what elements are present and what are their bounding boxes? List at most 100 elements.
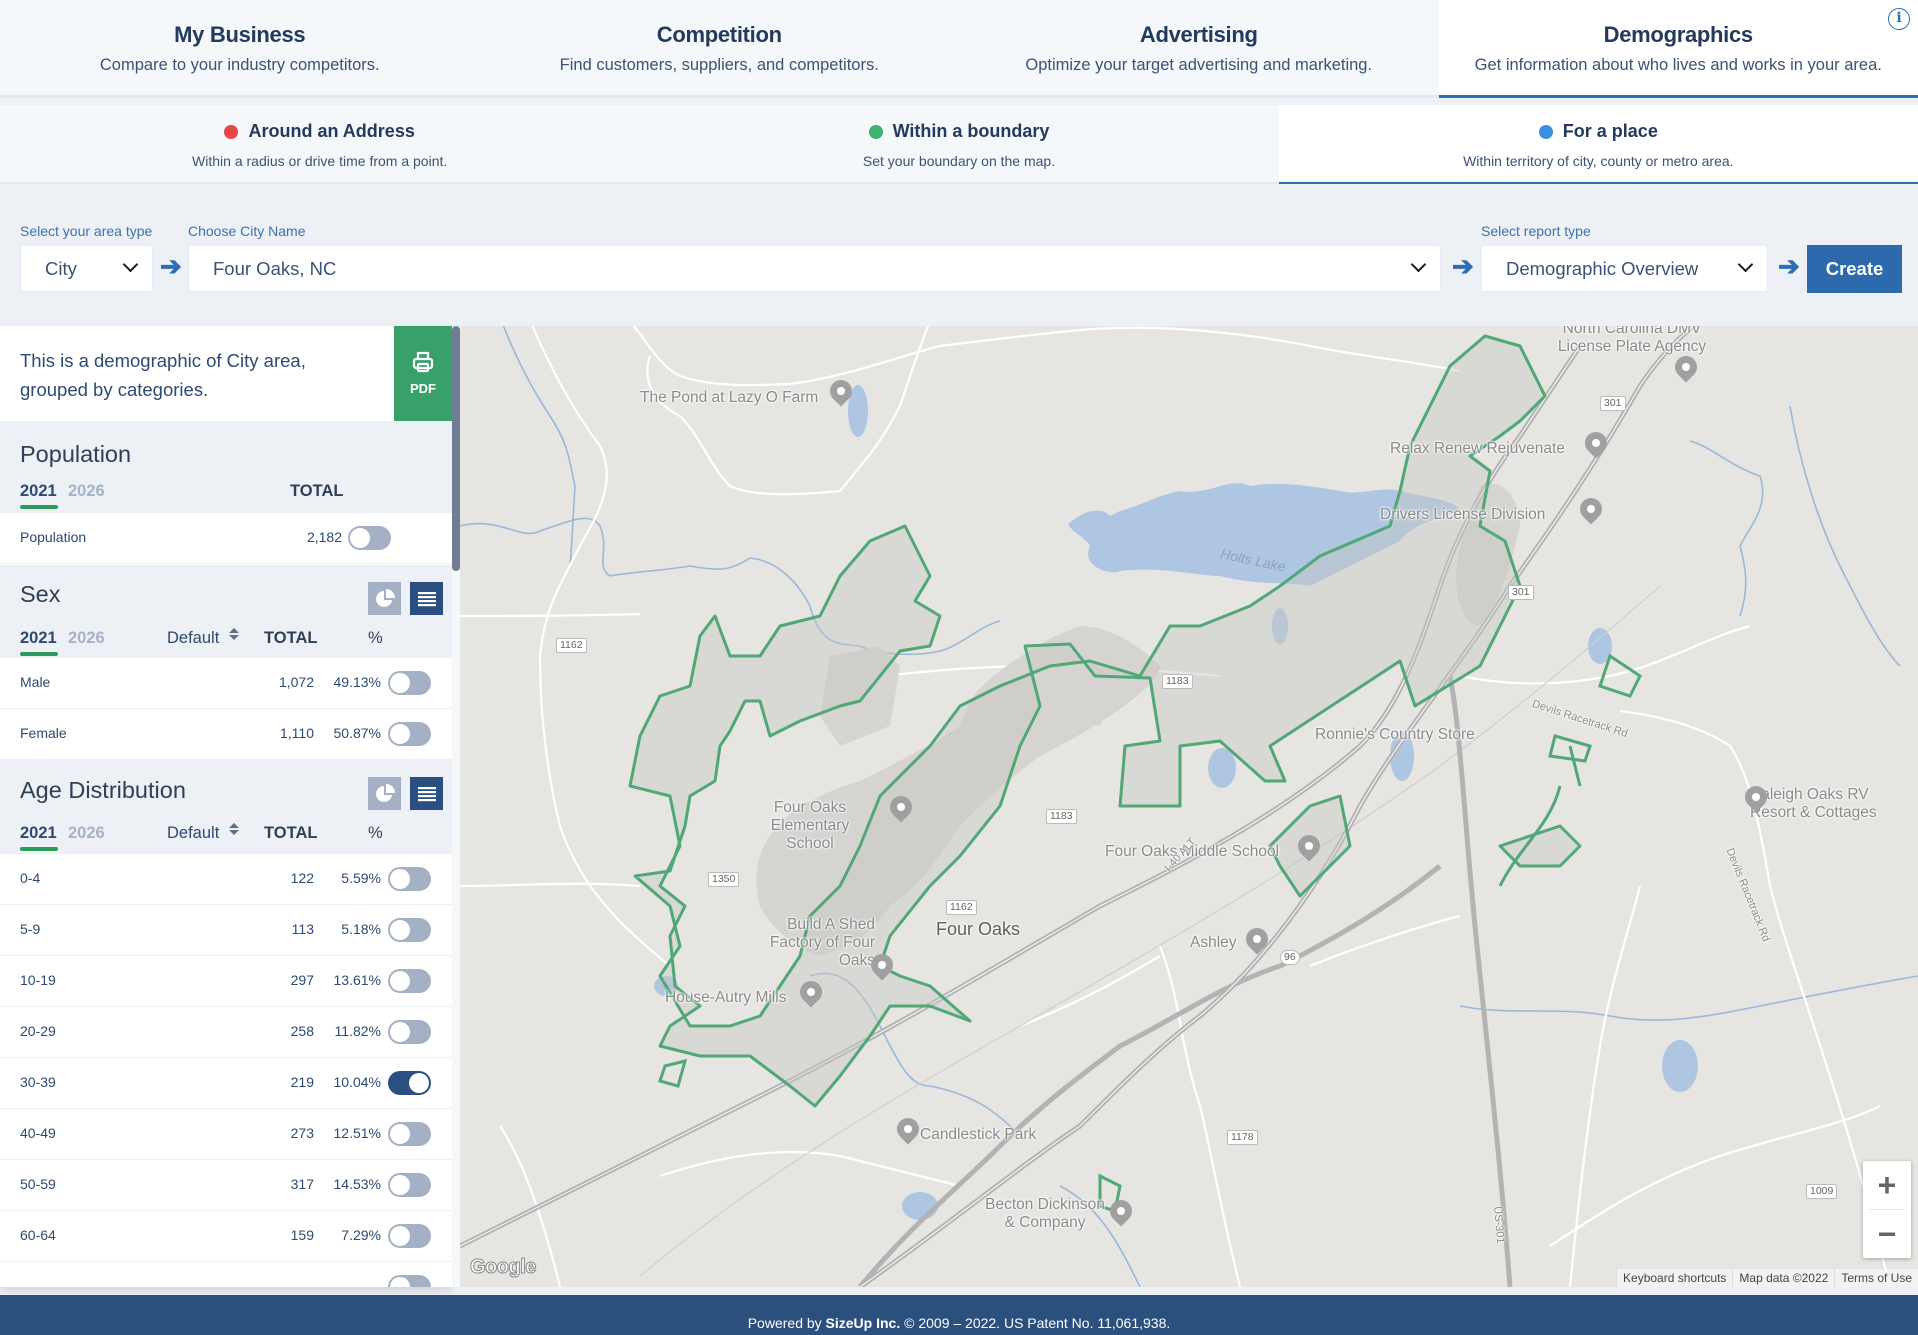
row-percent: 50.87% (333, 725, 381, 741)
city-label: Choose City Name (188, 223, 306, 239)
road-shield: 301 (1600, 396, 1626, 411)
total-header: TOTAL (264, 629, 318, 647)
place-label[interactable]: Relax Renew Rejuvenate (1390, 440, 1565, 458)
table-view-button[interactable] (410, 777, 443, 810)
info-icon[interactable]: i (1888, 8, 1910, 30)
place-label[interactable]: House-Autry Mills (665, 989, 786, 1007)
panel-intro: This is a demographic of City area, grou… (0, 326, 452, 421)
sort-icon[interactable] (229, 628, 239, 642)
year-tab-2021[interactable]: 2021 (20, 824, 57, 843)
place-label[interactable]: Ashley (1190, 934, 1237, 952)
age-section-header: Age Distribution 2021 2026 Default TOTAL… (0, 760, 452, 854)
pie-chart-view-button[interactable] (368, 777, 401, 810)
tab-title: My Business (174, 22, 306, 47)
map-layer-toggle[interactable] (388, 671, 431, 695)
map-layer-toggle[interactable] (388, 1224, 431, 1248)
place-label[interactable]: Four Oaks Elementary School (745, 799, 875, 853)
zoom-in-button[interactable]: + (1863, 1161, 1911, 1209)
year-tab-2026[interactable]: 2026 (68, 824, 105, 843)
place-label[interactable]: Becton Dickinson & Company (980, 1196, 1110, 1232)
table-row: 40-49 273 12.51% (0, 1109, 452, 1160)
tab-title: For a place (1562, 121, 1658, 141)
row-total: 159 (290, 1227, 314, 1243)
total-header: TOTAL (290, 482, 344, 500)
row-percent: 7.29% (341, 1227, 381, 1243)
row-total: 122 (290, 870, 314, 886)
place-label[interactable]: Candlestick Park (920, 1126, 1036, 1144)
pdf-button[interactable]: PDF (394, 326, 452, 421)
tab-within-boundary[interactable]: Within a boundary Set your boundary on t… (639, 105, 1279, 184)
table-row: 10-19 297 13.61% (0, 956, 452, 1007)
table-row: 30-39 219 10.04% (0, 1058, 452, 1109)
area-type-label: Select your area type (20, 223, 153, 239)
row-label: 40-49 (20, 1125, 56, 1141)
place-label[interactable]: Build A Shed Factory of Four Oaks (755, 916, 875, 970)
map-layer-toggle[interactable] (388, 1071, 431, 1095)
list-icon (417, 591, 436, 606)
place-label[interactable]: Drivers License Division (1380, 506, 1545, 524)
tab-my-business[interactable]: My Business Compare to your industry com… (0, 0, 480, 95)
year-tab-underline (20, 505, 58, 509)
tab-subtitle: Find customers, suppliers, and competito… (559, 56, 879, 74)
place-label[interactable]: North Carolina DMV License Plate Agency (1547, 326, 1717, 356)
map-layer-toggle[interactable] (388, 722, 431, 746)
map-layer-toggle[interactable] (348, 526, 391, 550)
year-tab-2026[interactable]: 2026 (68, 629, 105, 648)
sort-icon[interactable] (229, 823, 239, 837)
road-shield: 301 (1508, 585, 1534, 600)
table-row: Population 2,182 (0, 513, 452, 564)
list-icon (417, 786, 436, 801)
tab-for-a-place[interactable]: For a place Within territory of city, co… (1278, 105, 1918, 184)
row-label: 10-19 (20, 972, 56, 988)
tab-competition[interactable]: Competition Find customers, suppliers, a… (480, 0, 960, 95)
sort-dropdown[interactable]: Default (167, 824, 219, 843)
map-layer-toggle[interactable] (388, 1020, 431, 1044)
section-title: Sex (20, 581, 61, 607)
map-layer-toggle[interactable] (388, 918, 431, 942)
map-layer-toggle[interactable] (388, 867, 431, 891)
tab-advertising[interactable]: Advertising Optimize your target adverti… (959, 0, 1439, 95)
report-type-value: Demographic Overview (1506, 258, 1699, 279)
tab-title: Around an Address (248, 121, 415, 141)
terms-of-use-link[interactable]: Terms of Use (1834, 1269, 1918, 1287)
row-total: 273 (290, 1125, 314, 1141)
chevron-down-icon (1737, 256, 1754, 273)
map-layer-toggle[interactable] (388, 1122, 431, 1146)
panel-scrollbar-thumb[interactable] (452, 326, 460, 571)
year-tab-2021[interactable]: 2021 (20, 482, 57, 501)
google-logo[interactable]: Google (470, 1256, 537, 1279)
pie-chart-view-button[interactable] (368, 582, 401, 615)
area-type-select[interactable]: City (20, 245, 153, 292)
map-view[interactable]: Holts Lake The Pond at Lazy O Farm North… (460, 326, 1918, 1287)
create-button[interactable]: Create (1807, 245, 1902, 293)
footer-copyright: © 2009 – 2022. US Patent No. 11,061,938. (904, 1315, 1171, 1331)
place-label[interactable]: Raleigh Oaks RV Resort & Cottages (1750, 786, 1890, 822)
table-row (0, 1262, 452, 1287)
table-row: 0-4 122 5.59% (0, 854, 452, 905)
map-attribution: Keyboard shortcuts Map data ©2022 Terms … (1616, 1269, 1918, 1287)
year-tab-2026[interactable]: 2026 (68, 482, 105, 501)
row-percent: 14.53% (333, 1176, 381, 1192)
section-title: Population (20, 441, 132, 467)
place-label[interactable]: The Pond at Lazy O Farm (640, 389, 818, 407)
footer-company[interactable]: SizeUp Inc. (826, 1315, 901, 1331)
map-layer-toggle[interactable] (388, 1173, 431, 1197)
tab-demographics[interactable]: Demographics Get information about who l… (1438, 0, 1918, 98)
city-select[interactable]: Four Oaks, NC (188, 245, 1441, 292)
road-shield: 1183 (1162, 674, 1193, 689)
tab-around-address[interactable]: Around an Address Within a radius or dri… (0, 105, 640, 184)
chevron-down-icon (122, 256, 139, 273)
sort-dropdown[interactable]: Default (167, 629, 219, 648)
arrow-right-icon: ➔ (1778, 251, 1800, 281)
place-label[interactable]: Ronnie's Country Store (1315, 726, 1475, 744)
report-type-select[interactable]: Demographic Overview (1481, 245, 1768, 292)
map-layer-toggle[interactable] (388, 969, 431, 993)
table-view-button[interactable] (410, 582, 443, 615)
keyboard-shortcuts-link[interactable]: Keyboard shortcuts (1616, 1269, 1733, 1287)
map-zoom-control: + − (1863, 1161, 1911, 1258)
zoom-out-button[interactable]: − (1863, 1210, 1911, 1258)
map-layer-toggle[interactable] (388, 1275, 431, 1287)
map-base-layer (460, 326, 1918, 1287)
demographics-panel: This is a demographic of City area, grou… (0, 326, 452, 1287)
year-tab-2021[interactable]: 2021 (20, 629, 57, 648)
